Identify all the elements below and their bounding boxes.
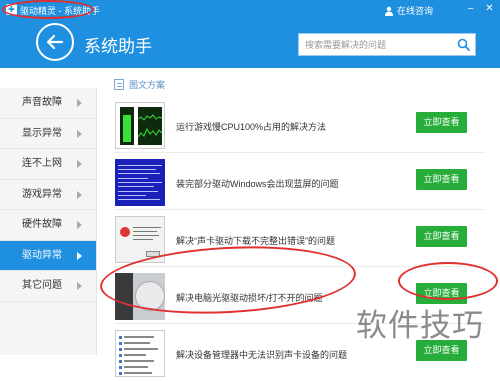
section-label: 图文方案	[129, 80, 166, 90]
sidebar-item-driver[interactable]: 驱动异常	[0, 240, 96, 271]
sidebar-item-sound[interactable]: 声音故障	[0, 88, 96, 119]
online-service-link[interactable]: 在线咨询	[384, 4, 433, 17]
sidebar-item-display[interactable]: 显示异常	[0, 119, 96, 149]
sidebar-item-hardware[interactable]: 硬件故障	[0, 210, 96, 241]
view-now-button[interactable]: 立即查看	[416, 112, 467, 133]
list-item[interactable]: 装完部分驱动Windows会出现蓝屏的问题 立即查看	[114, 153, 486, 210]
chevron-right-icon	[77, 221, 82, 229]
search-icon[interactable]	[457, 38, 470, 51]
view-now-button[interactable]: 立即查看	[416, 169, 467, 190]
arrow-left-icon	[46, 34, 64, 50]
article-thumbnail	[115, 330, 165, 377]
document-icon	[114, 79, 124, 90]
page-title: 系统助手	[84, 37, 152, 56]
minimize-icon[interactable]: –	[464, 2, 477, 16]
article-thumbnail	[115, 102, 165, 149]
article-title[interactable]: 运行游戏慢CPU100%占用的解决方法	[176, 120, 326, 133]
article-title[interactable]: 装完部分驱动Windows会出现蓝屏的问题	[176, 177, 339, 190]
annotation-circle-title	[2, 0, 94, 19]
chevron-right-icon	[77, 99, 82, 107]
watermark-text: 软件技巧	[356, 308, 484, 344]
chevron-right-icon	[77, 129, 82, 138]
sidebar-item-label: 驱动异常	[22, 249, 62, 261]
person-icon	[385, 6, 393, 16]
search-box[interactable]	[298, 33, 476, 56]
section-header: 图文方案	[114, 78, 165, 91]
article-thumbnail	[115, 159, 165, 206]
sidebar-item-label: 游戏异常	[22, 188, 62, 200]
search-input[interactable]	[299, 34, 449, 55]
sidebar-item-label: 其它问题	[22, 280, 62, 291]
sidebar-item-label: 硬件故障	[22, 219, 62, 230]
sidebar-item-network[interactable]: 连不上网	[0, 149, 96, 180]
online-service-label: 在线咨询	[397, 6, 434, 16]
back-button[interactable]	[36, 23, 74, 61]
article-title[interactable]: 解决“声卡驱动下载不完整出错误”的问题	[176, 234, 335, 247]
chevron-right-icon	[77, 190, 82, 199]
sidebar-item-label: 显示异常	[22, 127, 62, 139]
close-icon[interactable]: ✕	[483, 2, 496, 16]
chevron-right-icon	[77, 251, 82, 260]
list-item[interactable]: 运行游戏慢CPU100%占用的解决方法 立即查看	[114, 96, 486, 153]
annotation-circle-button	[398, 262, 498, 300]
title-bar: ✚ 驱动精灵 - 系统助手 在线咨询 – ✕	[0, 0, 500, 20]
chevron-right-icon	[77, 160, 82, 168]
view-now-button[interactable]: 立即查看	[416, 226, 467, 247]
sidebar: 声音故障 显示异常 连不上网 游戏异常 硬件故障 驱动异常 其它问题	[0, 88, 97, 355]
sidebar-item-other[interactable]: 其它问题	[0, 271, 96, 302]
sidebar-item-game[interactable]: 游戏异常	[0, 180, 96, 210]
sidebar-item-label: 连不上网	[22, 158, 62, 169]
sidebar-item-label: 声音故障	[22, 97, 62, 108]
app-header: 系统助手	[0, 20, 500, 68]
chevron-right-icon	[77, 282, 82, 290]
